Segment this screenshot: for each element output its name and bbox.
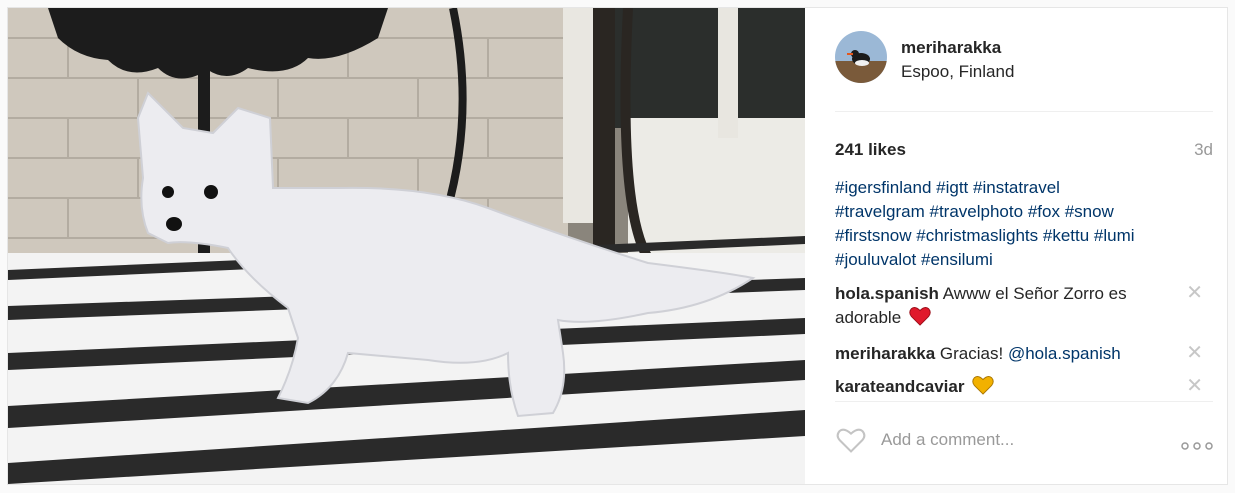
post-caption: #igersfinland #igtt #instatravel #travel… [835, 176, 1207, 272]
close-icon[interactable]: ✕ [1186, 282, 1203, 304]
comment-username[interactable]: hola.spanish [835, 284, 939, 303]
more-options-icon[interactable] [1181, 438, 1213, 456]
comment-item: meriharakka Gracias! @hola.spanish ✕ [835, 342, 1213, 366]
add-comment-row: Add a comment... [835, 424, 1213, 460]
fox-sculpture-photo [8, 8, 805, 484]
post-card: meriharakka Espoo, Finland 241 likes 3d … [7, 7, 1228, 485]
hashtag[interactable]: #jouluvalot [835, 250, 916, 269]
comment-item: hola.spanish Awww el Señor Zorro es ador… [835, 282, 1213, 333]
heart-outline-icon[interactable] [835, 426, 867, 459]
hashtag[interactable]: #igersfinland [835, 178, 931, 197]
avatar[interactable] [835, 31, 887, 83]
hashtag[interactable]: #firstsnow [835, 226, 912, 245]
hashtag[interactable]: #travelphoto [930, 202, 1024, 221]
post-sidebar: meriharakka Espoo, Finland 241 likes 3d … [805, 8, 1227, 484]
post-location[interactable]: Espoo, Finland [901, 62, 1014, 82]
hashtag[interactable]: #kettu [1043, 226, 1089, 245]
hashtag[interactable]: #travelgram [835, 202, 925, 221]
post-meta: 241 likes 3d [835, 140, 1213, 164]
comment-username[interactable]: karateandcaviar [835, 377, 964, 396]
post-header: meriharakka Espoo, Finland [835, 31, 1213, 112]
comment-item: karateandcaviar ✕ [835, 375, 1213, 402]
add-comment-input[interactable]: Add a comment... [881, 430, 1014, 450]
hashtag[interactable]: #igtt [936, 178, 968, 197]
hashtag[interactable]: #christmaslights [916, 226, 1038, 245]
comment-username[interactable]: meriharakka [835, 344, 935, 363]
likes-count[interactable]: 241 likes [835, 140, 906, 160]
close-icon[interactable]: ✕ [1186, 342, 1203, 364]
red-heart-icon [909, 306, 931, 333]
comments-list: hola.spanish Awww el Señor Zorro es ador… [835, 282, 1213, 411]
close-icon[interactable]: ✕ [1186, 375, 1203, 397]
hashtag[interactable]: #snow [1065, 202, 1114, 221]
hashtag[interactable]: #lumi [1094, 226, 1135, 245]
bird-avatar-icon [835, 31, 887, 83]
comment-text: Gracias! [939, 344, 1004, 363]
yellow-heart-icon [972, 375, 994, 402]
post-age[interactable]: 3d [1194, 140, 1213, 160]
hashtag[interactable]: #fox [1028, 202, 1060, 221]
post-photo[interactable] [8, 8, 805, 484]
hashtag[interactable]: #instatravel [973, 178, 1060, 197]
post-username[interactable]: meriharakka [901, 38, 1001, 58]
comment-mention[interactable]: @hola.spanish [1008, 344, 1121, 363]
divider [835, 401, 1213, 402]
hashtag[interactable]: #ensilumi [921, 250, 993, 269]
